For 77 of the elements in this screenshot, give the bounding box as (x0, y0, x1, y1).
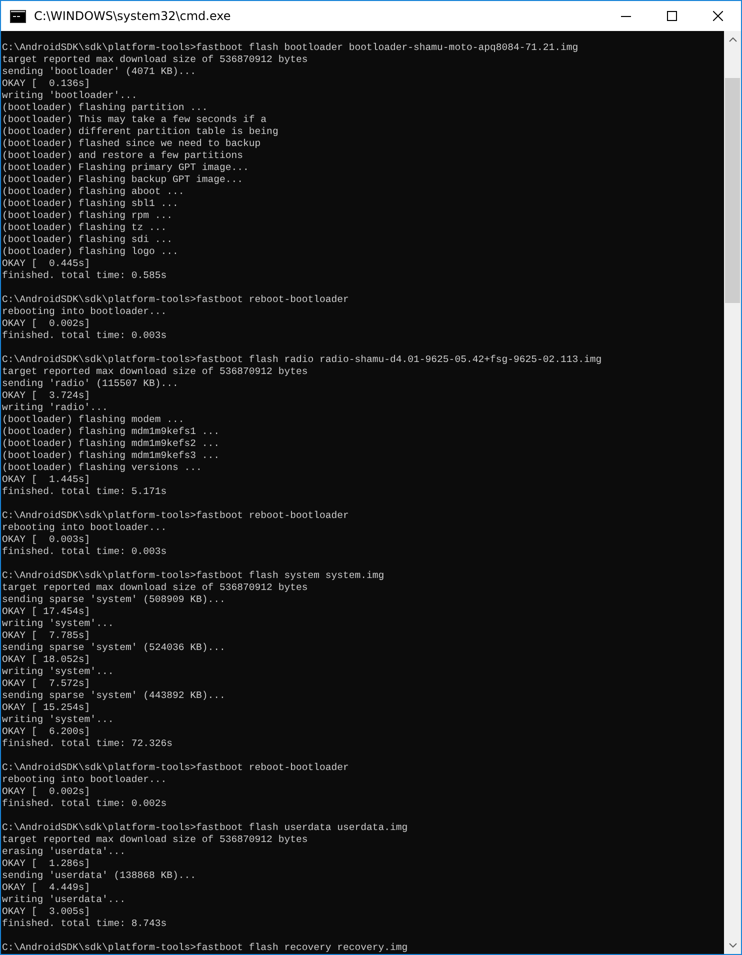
console-line: (bootloader) flashing mdm1m9kefs3 ... (2, 450, 221, 462)
console-line: writing 'radio'... (2, 402, 109, 414)
console-line: (bootloader) flashing sbl1 ... (2, 198, 180, 210)
console-line: OKAY [ 7.572s] (2, 678, 92, 690)
console-line: finished. total time: 0.003s (2, 330, 168, 342)
console-line: (bootloader) flashing tz ... (2, 222, 168, 234)
console-line: (bootloader) Flashing primary GPT image... (2, 162, 250, 174)
console-line: sending sparse 'system' (524036 KB)... (2, 642, 226, 654)
console-line: rebooting into bootloader... (2, 774, 168, 786)
console-line: finished. total time: 72.326s (2, 738, 174, 750)
console-line: C:\AndroidSDK\sdk\platform-tools>fastboot reboot-bootloader (2, 510, 350, 522)
window-title: C:\WINDOWS\system32\cmd.exe (34, 9, 232, 23)
console-line: OKAY [ 17.454s] (2, 606, 92, 618)
chevron-up-icon (728, 37, 736, 42)
console-line: (bootloader) flashing sdi ... (2, 234, 174, 246)
console-line: C:\AndroidSDK\sdk\platform-tools>fastboot flash userdata userdata.img (2, 822, 409, 834)
console-line: target reported max download size of 536870912 bytes (2, 582, 309, 594)
console-line: (bootloader) flashing mdm1m9kefs1 ... (2, 426, 221, 438)
close-icon (713, 11, 723, 21)
console-line: (bootloader) different partition table is being (2, 126, 280, 138)
console-line: OKAY [ 4.449s] (2, 882, 92, 894)
console-line: sending 'bootloader' (4071 KB)... (2, 66, 198, 78)
console-line: rebooting into bootloader... (2, 306, 168, 318)
console-line: C:\AndroidSDK\sdk\platform-tools>fastboot flash bootloader bootloader-shamu-moto-apq8084-71.21.img (2, 42, 580, 54)
console-line: OKAY [ 0.445s] (2, 258, 92, 270)
console-line: C:\AndroidSDK\sdk\platform-tools>fastboot flash radio radio-shamu-d4.01-9625-05.42+fsg-9625-02.113.img (2, 354, 603, 366)
console-line: (bootloader) flashing aboot ... (2, 186, 186, 198)
console-line: finished. total time: 0.003s (2, 546, 168, 558)
console-line: OKAY [ 1.286s] (2, 858, 92, 870)
console-line: erasing 'userdata'... (2, 846, 126, 858)
console-line: finished. total time: 8.743s (2, 918, 168, 930)
console-line: sending 'radio' (115507 KB)... (2, 378, 180, 390)
console-line: (bootloader) Flashing backup GPT image... (2, 174, 244, 186)
console-line: OKAY [ 0.002s] (2, 786, 92, 798)
console-line: OKAY [ 6.200s] (2, 726, 92, 738)
maximize-icon (667, 11, 677, 21)
console-line: target reported max download size of 536870912 bytes (2, 366, 309, 378)
console-line: OKAY [ 0.003s] (2, 534, 92, 546)
console-line: (bootloader) flashed since we need to backup (2, 138, 262, 150)
console-line: writing 'system'... (2, 714, 115, 726)
console-line: (bootloader) flashing partition ... (2, 102, 209, 114)
console-line: writing 'bootloader'... (2, 90, 138, 102)
console-line: sending sparse 'system' (508909 KB)... (2, 594, 226, 606)
scrollbar[interactable] (724, 31, 741, 954)
console-line: OKAY [ 3.724s] (2, 390, 92, 402)
console-line: (bootloader) flashing rpm ... (2, 210, 174, 222)
console-line: finished. total time: 5.171s (2, 486, 168, 498)
scroll-thumb[interactable] (725, 78, 740, 303)
console-line: rebooting into bootloader... (2, 522, 168, 534)
console-line: OKAY [ 0.136s] (2, 78, 92, 90)
console-line: C:\AndroidSDK\sdk\platform-tools>fastboot flash system system.img (2, 570, 386, 582)
console-line: writing 'userdata'... (2, 894, 126, 906)
chevron-down-icon (728, 943, 736, 948)
console-line: target reported max download size of 536870912 bytes (2, 834, 309, 846)
console-line: finished. total time: 0.002s (2, 798, 168, 810)
console-line: C:\AndroidSDK\sdk\platform-tools>fastboot reboot-bootloader (2, 762, 350, 774)
console-line: OKAY [ 7.785s] (2, 630, 92, 642)
console-line: (bootloader) flashing versions ... (2, 462, 203, 474)
console-line: writing 'system'... (2, 618, 115, 630)
console-line: (bootloader) flashing logo ... (2, 246, 180, 258)
console-line: C:\AndroidSDK\sdk\platform-tools>fastboot flash recovery recovery.img (2, 942, 409, 954)
console-line: OKAY [ 15.254s] (2, 702, 92, 714)
console-line: (bootloader) and restore a few partitions (2, 150, 244, 162)
console-line: OKAY [ 18.052s] (2, 654, 92, 666)
console-line: OKAY [ 1.445s] (2, 474, 92, 486)
console-line: sending 'userdata' (138868 KB)... (2, 870, 198, 882)
console-line: writing 'system'... (2, 666, 115, 678)
terminal-icon (10, 10, 26, 22)
console-line: OKAY [ 3.005s] (2, 906, 92, 918)
console-line: (bootloader) This may take a few seconds if a (2, 114, 268, 126)
console-line: finished. total time: 0.585s (2, 270, 168, 282)
console-line: (bootloader) flashing modem ... (2, 414, 186, 426)
console-line: sending sparse 'system' (443892 KB)... (2, 690, 226, 702)
console-line: (bootloader) flashing mdm1m9kefs2 ... (2, 438, 221, 450)
console-line: target reported max download size of 536870912 bytes (2, 54, 309, 66)
console-line: C:\AndroidSDK\sdk\platform-tools>fastboot reboot-bootloader (2, 294, 350, 306)
console-line: OKAY [ 0.002s] (2, 318, 92, 330)
